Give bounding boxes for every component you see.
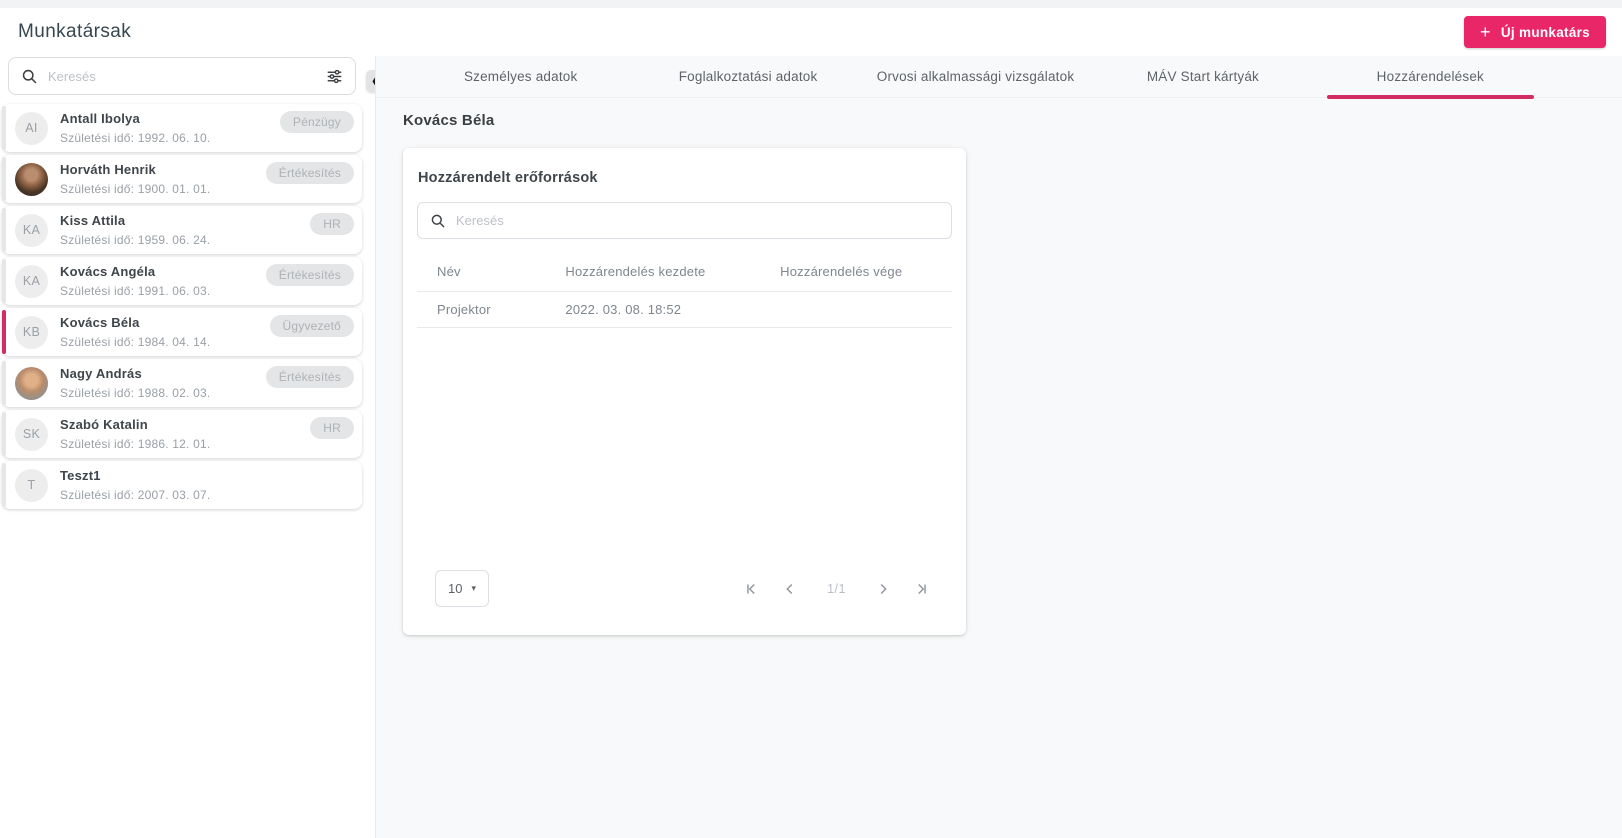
employee-birthdate: Születési idő: 1959. 06. 24.: [60, 233, 211, 247]
role-badge: Értékesítés: [265, 162, 354, 184]
employee-avatar: T: [15, 468, 48, 502]
assignment-end-cell: [760, 291, 952, 328]
assignment-start-cell: 2022. 03. 08. 18:52: [545, 291, 761, 328]
employee-name: Antall Ibolya: [60, 111, 140, 126]
sidebar-search-input[interactable]: [48, 68, 316, 84]
table-column-header: Hozzárendelés kezdete: [545, 255, 761, 292]
avatar-initials: KB: [22, 325, 41, 339]
tab-item[interactable]: Személyes adatok: [407, 56, 634, 97]
employee-avatar: AI: [15, 111, 48, 145]
tab-label: MÁV Start kártyák: [1146, 69, 1260, 84]
table-column-header: Hozzárendelés vége: [760, 255, 952, 292]
page-title: Munkatársak: [18, 21, 132, 42]
employee-birthdate: Születési idő: 1900. 01. 01.: [60, 182, 211, 196]
tab-item[interactable]: MÁV Start kártyák: [1089, 56, 1316, 97]
page-range-label: 1/1: [827, 581, 846, 596]
tab-label: Foglalkoztatási adatok: [678, 69, 818, 84]
tab-label: Hozzárendelések: [1376, 69, 1484, 84]
employee-list: AI Antall Ibolya Születési idő: 1992. 06…: [2, 104, 362, 512]
employee-avatar: KB: [15, 315, 48, 349]
avatar-initials: KA: [22, 274, 41, 288]
table-row[interactable]: Projektor 2022. 03. 08. 18:52: [417, 291, 952, 328]
search-icon: [430, 213, 446, 229]
employee-avatar: [15, 162, 48, 196]
tab-content: Kovács Béla Hozzárendelt erőforrások Ker…: [376, 98, 1622, 635]
employee-list-item[interactable]: KB Kovács Béla Születési idő: 1984. 04. …: [2, 308, 362, 356]
employee-name: Nagy András: [60, 366, 142, 381]
employee-birthdate: Születési idő: 1992. 06. 10.: [60, 131, 211, 145]
employee-name: Teszt1: [60, 468, 101, 483]
page-size-select[interactable]: 10 ▾: [435, 570, 489, 607]
role-badge: Pénzügy: [279, 111, 354, 133]
page-size-value: 10: [448, 581, 463, 596]
employee-name: Szabó Katalin: [60, 417, 148, 432]
employee-avatar: KA: [15, 264, 48, 298]
employee-avatar: [15, 366, 48, 400]
new-employee-label: Új munkatárs: [1500, 24, 1590, 40]
employee-list-item[interactable]: SK Szabó Katalin Születési idő: 1986. 12…: [2, 410, 362, 458]
card-title: Hozzárendelt erőforrások: [418, 170, 598, 186]
employee-list-item[interactable]: KA Kiss Attila Születési idő: 1959. 06. …: [2, 206, 362, 254]
employee-list-item[interactable]: AI Antall Ibolya Születési idő: 1992. 06…: [2, 104, 362, 152]
avatar-initials: AI: [25, 121, 38, 135]
employee-list-item[interactable]: Nagy András Születési idő: 1988. 02. 03.…: [2, 359, 362, 407]
resources-table: Név Hozzárendelés kezdete Hozzárendelés vé…: [417, 255, 952, 328]
tab-item[interactable]: Orvosi alkalmassági vizsgálatok: [862, 56, 1089, 97]
employee-name: Kiss Attila: [60, 213, 126, 228]
previous-page-button[interactable]: [779, 578, 801, 600]
employee-name: Horváth Henrik: [60, 162, 156, 177]
role-badge: Ügyvezető: [269, 315, 354, 337]
role-badge: HR: [310, 213, 354, 235]
resources-search-box: [417, 202, 952, 239]
employee-list-item[interactable]: KA Kovács Angéla Születési idő: 1991. 06…: [2, 257, 362, 305]
role-badge: Értékesítés: [265, 264, 354, 286]
employee-name: Kovács Béla: [60, 315, 140, 330]
pagination-bar: 10 ▾ 1/1: [417, 570, 952, 607]
filter-icon[interactable]: [326, 68, 343, 85]
employee-sidebar: AI Antall Ibolya Születési idő: 1992. 06…: [0, 56, 375, 838]
new-employee-button[interactable]: + Új munkatárs: [1464, 16, 1606, 48]
employee-birthdate: Születési idő: 2007. 03. 07.: [60, 488, 211, 502]
employee-birthdate: Születési idő: 1984. 04. 14.: [60, 335, 211, 349]
page-header: Munkatársak + Új munkatárs: [0, 8, 1622, 56]
first-page-button[interactable]: [741, 578, 763, 600]
resource-name-cell: Projektor: [417, 291, 546, 328]
main-panel: Személyes adatok Foglalkoztatási adatok …: [375, 56, 1622, 838]
sidebar-search-box: [8, 57, 356, 95]
search-icon: [21, 68, 38, 85]
tab-label: Orvosi alkalmassági vizsgálatok: [876, 69, 1075, 84]
next-page-button[interactable]: [872, 578, 894, 600]
last-page-button[interactable]: [910, 578, 932, 600]
employee-birthdate: Születési idő: 1986. 12. 01.: [60, 437, 211, 451]
tab-item[interactable]: Foglalkoztatási adatok: [634, 56, 861, 97]
tab-bar: Személyes adatok Foglalkoztatási adatok …: [376, 56, 1622, 99]
top-strip: [0, 0, 1622, 8]
role-badge: HR: [310, 417, 354, 439]
table-column-header: Név: [417, 255, 546, 292]
employee-avatar: KA: [15, 213, 48, 247]
employee-name: Kovács Angéla: [60, 264, 156, 279]
employee-list-item[interactable]: Horváth Henrik Születési idő: 1900. 01. …: [2, 155, 362, 203]
employee-list-item[interactable]: T Teszt1 Születési idő: 2007. 03. 07.: [2, 461, 362, 509]
caret-down-icon: ▾: [471, 583, 476, 593]
plus-icon: +: [1480, 22, 1491, 42]
avatar-initials: T: [27, 478, 36, 492]
app-root: Munkatársak + Új munkatárs Keresés AI An…: [0, 0, 1622, 838]
tab-item[interactable]: Hozzárendelések: [1317, 56, 1544, 99]
selected-employee-name: Kovács Béla: [403, 112, 495, 129]
avatar-initials: SK: [22, 427, 41, 441]
tab-label: Személyes adatok: [463, 69, 578, 84]
employee-birthdate: Születési idő: 1988. 02. 03.: [60, 386, 211, 400]
employee-birthdate: Születési idő: 1991. 06. 03.: [60, 284, 211, 298]
role-badge: Értékesítés: [265, 366, 354, 388]
avatar-initials: KA: [22, 223, 41, 237]
assigned-resources-card: Hozzárendelt erőforrások NévHozzárendelé…: [403, 148, 966, 635]
resources-search-input[interactable]: [456, 213, 939, 228]
employee-avatar: SK: [15, 417, 48, 451]
